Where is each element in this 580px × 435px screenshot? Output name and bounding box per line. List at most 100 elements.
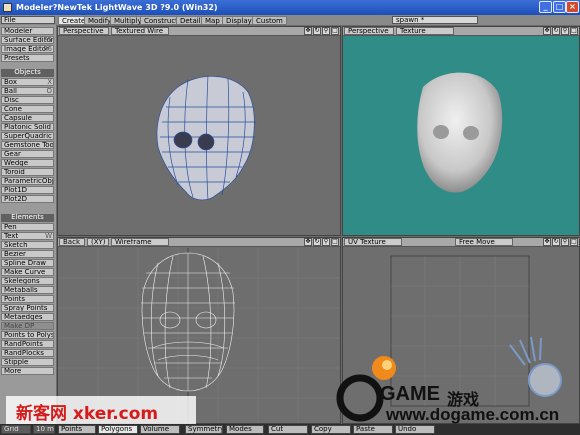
viewport-top-right[interactable]: Perspective Texture ✥ ↻ ⚲ □ [342,26,580,236]
app-icon [3,3,12,12]
sidebar-item-wedge[interactable]: Wedge [1,159,54,167]
cut-button[interactable]: Cut [268,425,308,434]
sidebar-item-superquadric[interactable]: SuperQuadric [1,132,54,140]
sidebar-item-stipple[interactable]: Stipple [1,358,54,366]
render-mode-select[interactable]: Wireframe [111,238,169,246]
sidebar-item-make-curve[interactable]: Make Curve [1,268,54,276]
copy-button[interactable]: Copy [311,425,351,434]
shortcut-label: O [46,87,52,95]
sidebar-item-gemstone-tool[interactable]: Gemstone Tool [1,141,54,149]
sidebar-item-make-dp[interactable]: Make DP [1,322,54,330]
skull-wireframe-perspective [156,74,256,201]
tab-custom[interactable]: Custom [252,16,287,25]
view-type-select[interactable]: Back [59,238,85,246]
shortcut-label: F5 [43,36,52,44]
sidebar-item-image-editor[interactable]: Image Editor F6 [1,45,54,53]
sidebar-item-box[interactable]: Box X [1,78,54,86]
rotate-icon[interactable]: ↻ [313,238,321,246]
view-type-select[interactable]: Perspective [344,27,394,35]
sidebar-item-plot1d[interactable]: Plot1D [1,186,54,194]
sidebar-item-parametricobj[interactable]: ParametricObj [1,177,54,185]
viewport-header: Back (XY) Wireframe ✥ ↻ ⚲ □ [58,238,340,247]
sidebar-item-randpoints[interactable]: RandPoints [1,340,54,348]
maximize-viewport-icon[interactable]: □ [570,238,578,246]
sidebar-item-more[interactable]: More [1,367,54,375]
zoom-icon[interactable]: ⚲ [322,27,330,35]
sidebar-item-capsule[interactable]: Capsule [1,114,54,122]
uv-mode-select[interactable]: Free Move [455,238,513,246]
tab-map[interactable]: Map [201,16,224,25]
sidebar-item-cone[interactable]: Cone [1,105,54,113]
sidebar-item-presets[interactable]: Presets [1,54,54,62]
pan-icon[interactable]: ✥ [543,238,551,246]
sidebar-item-skelegons[interactable]: Skelegons [1,277,54,285]
maximize-viewport-icon[interactable]: □ [570,27,578,35]
watermark-xker: 新客网 xker.com [6,396,196,424]
maximize-viewport-icon[interactable]: □ [331,238,339,246]
sidebar-item-points-to-polys[interactable]: Points to Polys [1,331,54,339]
minimize-button[interactable]: _ [539,1,552,13]
sidebar-item-surface-editor[interactable]: Surface Editor F5 [1,36,54,44]
elements-header: Elements [1,214,54,222]
zoom-icon[interactable]: ⚲ [561,238,569,246]
modes-button[interactable]: Modes [226,425,264,434]
sidebar-item-pen[interactable]: Pen [1,223,54,231]
zoom-icon[interactable]: ⚲ [322,238,330,246]
maximize-viewport-icon[interactable]: □ [331,27,339,35]
skull-textured-perspective [417,72,503,193]
grid-label: Grid [1,425,31,434]
sidebar-item-toroid[interactable]: Toroid [1,168,54,176]
polygons-mode-button[interactable]: Polygons [98,425,138,434]
sidebar-item-bezier[interactable]: Bezier [1,250,54,258]
sidebar-item-text[interactable]: Text W [1,232,54,240]
grid-size: 10 m [33,425,55,434]
shortcut-label: W [45,232,52,240]
sidebar-item-metaballs[interactable]: Metaballs [1,286,54,294]
tool-sidebar: Modeler Surface Editor F5 Image Editor F6 … [0,25,56,435]
wings-logo-icon [509,336,562,397]
sidebar-item-sketch[interactable]: Sketch [1,241,54,249]
symmetry-button[interactable]: Symmetry [185,425,223,434]
sidebar-item-randplocks[interactable]: RandPlocks [1,349,54,357]
axis-select[interactable]: (XY) [87,238,109,246]
watermark-game: GAME [380,383,440,405]
viewport-header: Perspective Texture ✥ ↻ ⚲ □ [343,27,579,36]
sidebar-item-spray-points[interactable]: Spray Points [1,304,54,312]
close-button[interactable]: × [566,1,579,13]
tab-display[interactable]: Display [222,16,256,25]
maximize-button[interactable]: □ [553,1,566,13]
window-title: Modeler?NewTek LightWave 3D ?9.0 (Win32) [16,3,218,12]
sidebar-item-platonic-solid[interactable]: Platonic Solid [1,123,54,131]
view-type-select[interactable]: Perspective [59,27,109,35]
render-mode-select[interactable]: Textured Wire [111,27,169,35]
undo-button[interactable]: Undo [395,425,435,434]
sidebar-item-metaedges[interactable]: Metaedges [1,313,54,321]
viewport-top-left[interactable]: Perspective Textured Wire ✥ ↻ ⚲ □ [57,26,341,236]
layer-select[interactable]: spawn * [392,16,478,24]
volume-mode-button[interactable]: Volume [140,425,180,434]
points-mode-button[interactable]: Points [58,425,96,434]
title-bar: Modeler?NewTek LightWave 3D ?9.0 (Win32)… [0,0,580,15]
sidebar-item-ball[interactable]: Ball O [1,87,54,95]
zoom-icon[interactable]: ⚲ [561,27,569,35]
status-bar: Grid 10 m Points Polygons Volume Symmetr… [0,424,580,435]
sidebar-item-spline-draw[interactable]: Spline Draw [1,259,54,267]
pan-icon[interactable]: ✥ [543,27,551,35]
sidebar-item-points[interactable]: Points [1,295,54,303]
rotate-icon[interactable]: ↻ [552,27,560,35]
render-mode-select[interactable]: Texture [396,27,454,35]
sidebar-item-gear[interactable]: Gear [1,150,54,158]
sidebar-item-plot2d[interactable]: Plot2D [1,195,54,203]
shortcut-label: F6 [43,45,52,53]
paste-button[interactable]: Paste [353,425,393,434]
file-menu[interactable]: File [1,16,55,24]
viewport-header: UV Texture Free Move ✥ ↻ ⚲ □ [343,238,579,247]
sidebar-item-disc[interactable]: Disc [1,96,54,104]
rotate-icon[interactable]: ↻ [313,27,321,35]
view-type-select[interactable]: UV Texture [344,238,402,246]
sidebar-item-modeler[interactable]: Modeler [1,27,54,35]
pan-icon[interactable]: ✥ [304,238,312,246]
viewport-header: Perspective Textured Wire ✥ ↻ ⚲ □ [58,27,340,36]
rotate-icon[interactable]: ↻ [552,238,560,246]
pan-icon[interactable]: ✥ [304,27,312,35]
